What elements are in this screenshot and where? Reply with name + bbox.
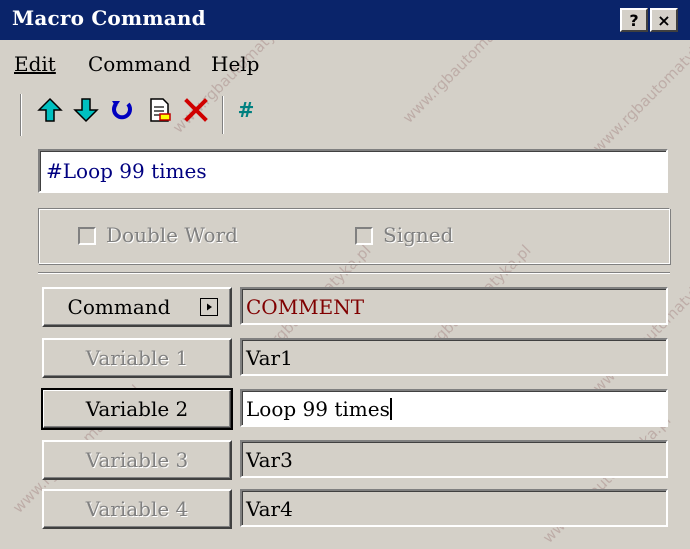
toolbar-grip	[20, 94, 22, 136]
menu-edit[interactable]: Edit	[14, 52, 56, 76]
command-value: COMMENT	[240, 287, 668, 325]
variable-button-label: Variable 2	[85, 397, 189, 421]
variable-3-field: Var3	[240, 440, 668, 478]
signed-checkbox[interactable]	[355, 227, 373, 245]
menu-help[interactable]: Help	[211, 52, 259, 76]
variable-3-button[interactable]: Variable 3	[42, 440, 232, 480]
move-up-icon	[37, 97, 63, 122]
variable-2-input[interactable]: Loop 99 times	[240, 389, 668, 427]
variable-button-label: Variable 1	[85, 346, 189, 370]
move-down-icon	[73, 98, 99, 123]
menu-label: Edit	[14, 52, 56, 76]
delete-button[interactable]	[180, 94, 212, 126]
refresh-button[interactable]	[106, 94, 138, 126]
delete-icon	[184, 98, 208, 122]
text-caret	[389, 398, 392, 420]
watermark-text: www.rgbautomatyka.pl	[589, 21, 690, 157]
menu-command[interactable]: Command	[88, 52, 191, 76]
close-button[interactable]: ×	[650, 8, 678, 32]
toolbar-separator	[222, 96, 224, 134]
comment-input[interactable]: #Loop 99 times	[38, 149, 668, 193]
play-icon	[200, 298, 218, 316]
signed-label: Signed	[383, 223, 454, 247]
variable-4-button[interactable]: Variable 4	[42, 489, 232, 529]
variable-button-label: Variable 4	[85, 497, 189, 521]
close-icon: ×	[657, 10, 671, 30]
window-title: Macro Command	[12, 6, 206, 30]
variable-1-field: Var1	[240, 338, 668, 376]
double-word-checkbox[interactable]	[78, 227, 96, 245]
command-button[interactable]: Command	[42, 287, 232, 327]
document-button[interactable]	[144, 94, 176, 126]
horizontal-divider	[38, 272, 670, 274]
menu-label: Command	[88, 52, 191, 76]
move-up-button[interactable]	[34, 94, 66, 126]
double-word-label: Double Word	[106, 223, 238, 247]
move-down-button[interactable]	[70, 94, 102, 126]
help-icon: ?	[629, 10, 639, 30]
document-icon	[150, 98, 171, 122]
command-button-label: Command	[67, 295, 171, 319]
variable-2-value: Loop 99 times	[246, 397, 390, 421]
watermark-text: www.rgbautomatyka.pl	[589, 261, 690, 397]
help-button[interactable]: ?	[620, 8, 648, 32]
menu-label: Help	[211, 52, 260, 76]
variable-4-field: Var4	[240, 489, 668, 527]
refresh-icon	[112, 101, 132, 120]
variable-button-label: Variable 3	[85, 448, 189, 472]
variable-2-button[interactable]: Variable 2	[41, 388, 233, 430]
variable-1-button[interactable]: Variable 1	[42, 338, 232, 378]
comment-icon: #	[237, 98, 255, 122]
insert-comment-button[interactable]: #	[230, 94, 262, 126]
